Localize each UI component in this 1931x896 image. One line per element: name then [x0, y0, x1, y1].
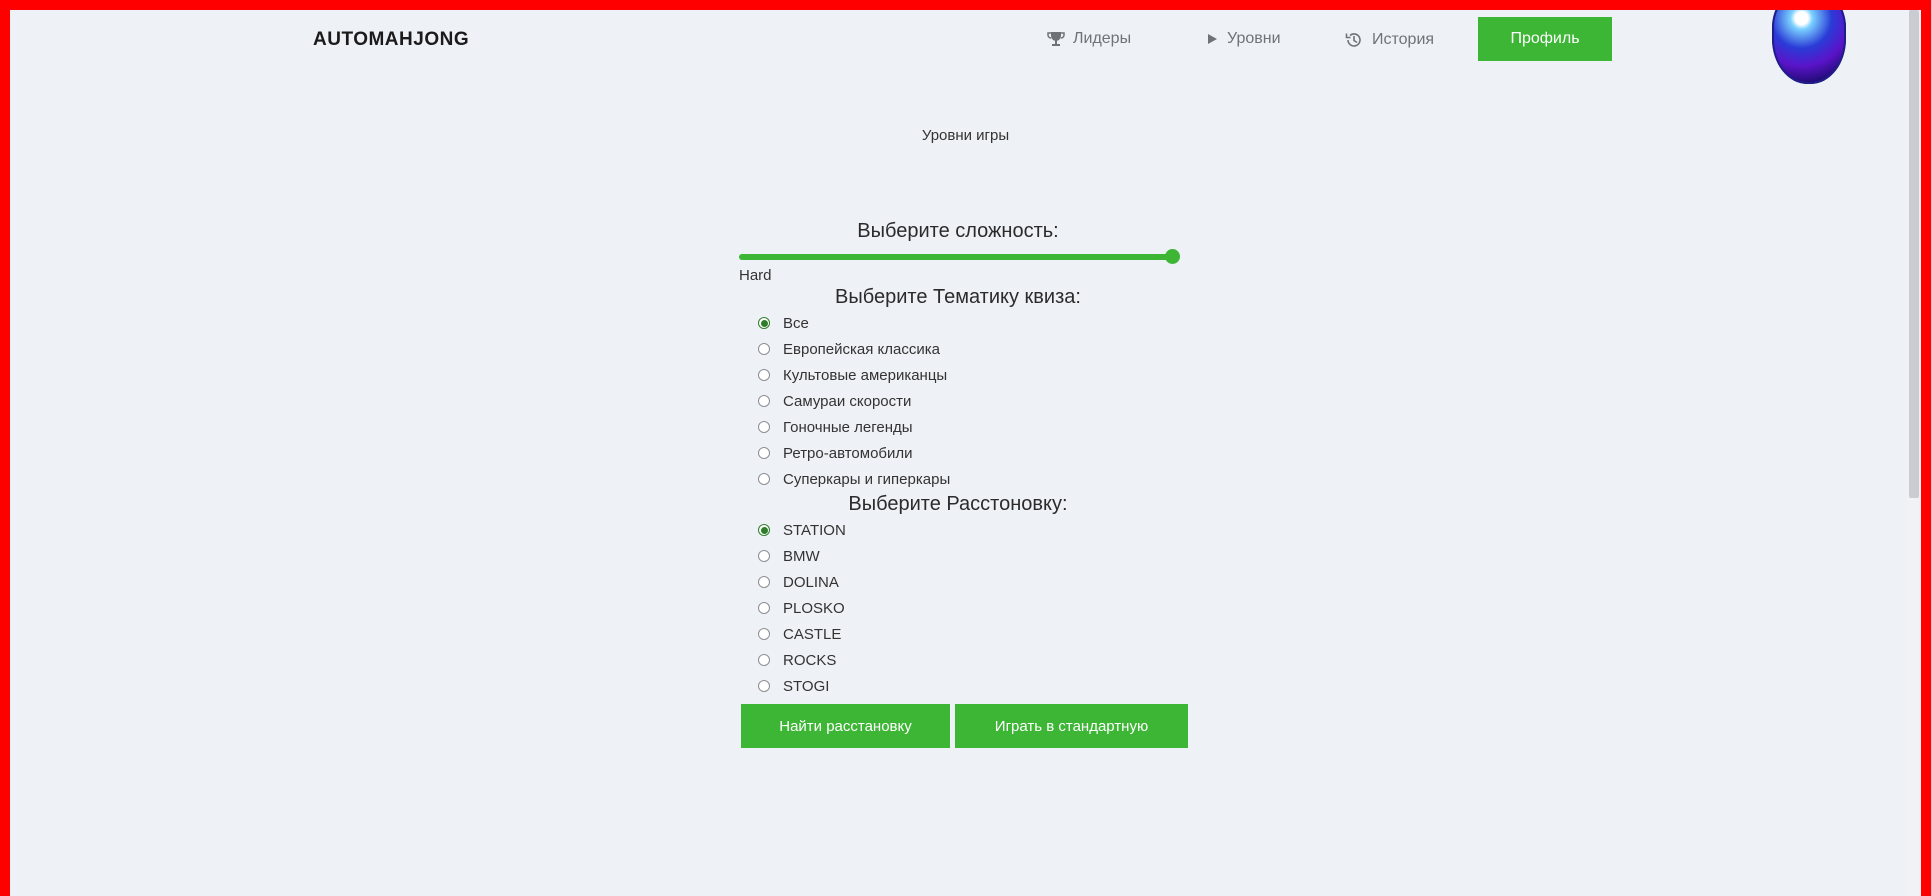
- layout-options: STATION BMW DOLINA PLOSKO CASTLE ROCKS S…: [738, 517, 1208, 699]
- history-icon: [1344, 30, 1364, 50]
- page-subtitle: Уровни игры: [921, 127, 1010, 144]
- theme-option-label: Все: [783, 314, 809, 332]
- difficulty-value: Hard: [739, 267, 772, 284]
- theme-option[interactable]: Европейская классика: [738, 336, 1208, 362]
- theme-option[interactable]: Все: [738, 310, 1208, 336]
- play-icon: [1205, 32, 1219, 46]
- nav-levels[interactable]: Уровни: [1205, 30, 1281, 48]
- radio-button[interactable]: [758, 602, 770, 614]
- theme-option-label: Культовые американцы: [783, 366, 948, 384]
- nav-leaders[interactable]: Лидеры: [1047, 30, 1131, 48]
- nav-history-label: История: [1372, 31, 1435, 48]
- theme-options: Все Европейская классика Культовые амери…: [738, 310, 1208, 492]
- layout-option[interactable]: PLOSKO: [738, 595, 1208, 621]
- layout-option-label: STOGI: [783, 677, 830, 695]
- layout-option-label: BMW: [783, 547, 820, 565]
- layout-option-label: DOLINA: [783, 573, 839, 591]
- theme-option[interactable]: Гоночные легенды: [738, 414, 1208, 440]
- theme-option[interactable]: Культовые американцы: [738, 362, 1208, 388]
- layout-option[interactable]: DOLINA: [738, 569, 1208, 595]
- theme-option-label: Европейская классика: [783, 340, 940, 358]
- layout-option[interactable]: STOGI: [738, 673, 1208, 699]
- difficulty-title: Выберите сложность:: [857, 220, 1059, 242]
- theme-title: Выберите Тематику квиза:: [835, 286, 1081, 308]
- theme-option-label: Гоночные легенды: [783, 418, 913, 436]
- theme-option[interactable]: Самураи скорости: [738, 388, 1208, 414]
- form-actions: Найти расстановку Играть в стандартную: [741, 704, 1208, 748]
- theme-option-label: Самураи скорости: [783, 392, 912, 410]
- layout-option[interactable]: CASTLE: [738, 621, 1208, 647]
- layout-option[interactable]: ROCKS: [738, 647, 1208, 673]
- radio-button[interactable]: [758, 654, 770, 666]
- radio-button[interactable]: [758, 421, 770, 433]
- profile-button[interactable]: Профиль: [1478, 17, 1612, 61]
- nav-leaders-label: Лидеры: [1073, 30, 1132, 47]
- scrollbar-thumb[interactable]: [1909, 10, 1919, 498]
- theme-option-label: Суперкары и гиперкары: [783, 470, 951, 488]
- nav-levels-label: Уровни: [1227, 30, 1281, 47]
- layout-option[interactable]: BMW: [738, 543, 1208, 569]
- radio-button[interactable]: [758, 680, 770, 692]
- browser-viewport: AUTOMAHJONG Лидеры Уровни История Профил…: [10, 10, 1921, 896]
- play-standard-button[interactable]: Играть в стандартную: [955, 704, 1188, 748]
- scrollbar[interactable]: [1907, 10, 1921, 896]
- radio-button[interactable]: [758, 395, 770, 407]
- find-layout-button[interactable]: Найти расстановку: [741, 704, 950, 748]
- radio-button[interactable]: [758, 447, 770, 459]
- level-form: Выберите сложность: Hard Выберите Темати…: [738, 220, 1208, 748]
- radio-button[interactable]: [758, 369, 770, 381]
- layout-option-label: PLOSKO: [783, 599, 845, 617]
- layout-option-label: CASTLE: [783, 625, 842, 643]
- layout-option[interactable]: STATION: [738, 517, 1208, 543]
- header: AUTOMAHJONG Лидеры Уровни История Профил…: [10, 10, 1907, 80]
- layout-option-label: STATION: [783, 521, 846, 539]
- difficulty-slider-fill: [739, 254, 1174, 260]
- radio-button[interactable]: [758, 473, 770, 485]
- layout-option-label: ROCKS: [783, 651, 837, 669]
- layout-title: Выберите Расстоновку:: [848, 493, 1068, 515]
- radio-button[interactable]: [758, 343, 770, 355]
- radio-button[interactable]: [758, 628, 770, 640]
- theme-option[interactable]: Суперкары и гиперкары: [738, 466, 1208, 492]
- difficulty-slider-thumb[interactable]: [1165, 249, 1180, 264]
- theme-option[interactable]: Ретро-автомобили: [738, 440, 1208, 466]
- logo[interactable]: AUTOMAHJONG: [313, 29, 469, 51]
- theme-option-label: Ретро-автомобили: [783, 444, 913, 462]
- difficulty-slider[interactable]: [738, 246, 1180, 266]
- radio-button[interactable]: [758, 576, 770, 588]
- radio-button[interactable]: [758, 524, 770, 536]
- radio-button[interactable]: [758, 550, 770, 562]
- trophy-icon: [1047, 30, 1065, 48]
- radio-button[interactable]: [758, 317, 770, 329]
- nav-history[interactable]: История: [1344, 30, 1434, 50]
